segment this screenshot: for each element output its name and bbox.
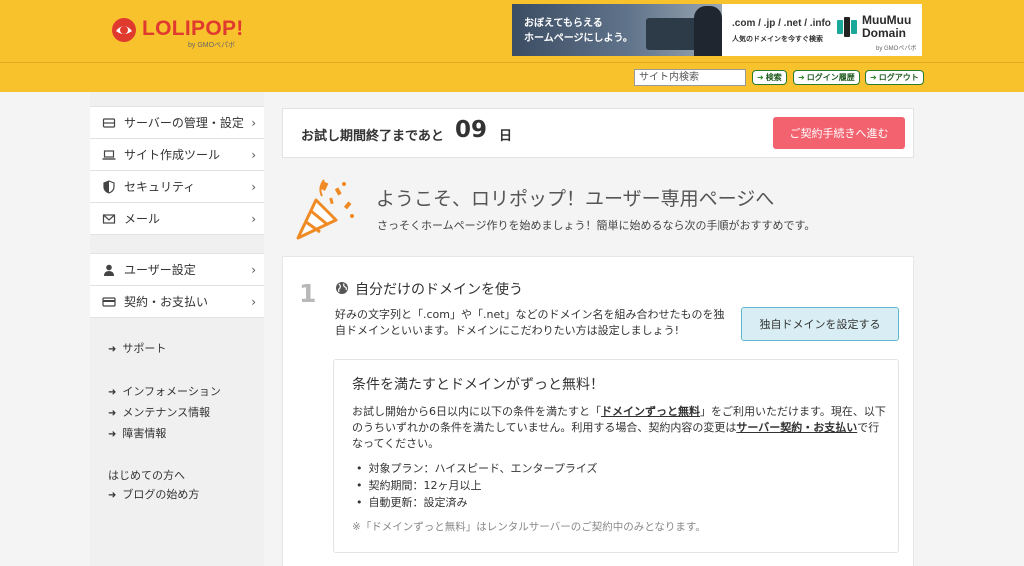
chevron-right-icon: › xyxy=(251,212,256,226)
muumuu-logo-icon xyxy=(837,17,857,37)
chevron-right-icon: › xyxy=(251,180,256,194)
sidebar-item-label: サイト作成ツール xyxy=(124,148,221,162)
server-icon xyxy=(102,117,116,128)
banner-copy-line1: おぼえてもらえる xyxy=(524,18,603,29)
sidebar-item-label: サーバーの管理・設定 xyxy=(124,116,244,130)
party-popper-icon xyxy=(296,179,354,240)
arrow-right-icon: ➜ xyxy=(108,490,117,501)
step-title: 自分だけのドメインを使う xyxy=(355,282,523,298)
arrow-right-icon: ➜ xyxy=(108,344,117,355)
sidebar-item-security[interactable]: セキュリティ › xyxy=(90,171,264,203)
beginner-heading: はじめての方へ xyxy=(108,469,185,482)
step-number: 1 xyxy=(299,279,317,308)
info-link-label: インフォメーション xyxy=(122,385,221,398)
sidebar-item-label: 契約・お支払い xyxy=(124,295,209,309)
sidebar-item-user-settings[interactable]: ユーザー設定 › xyxy=(90,254,264,286)
banner-copy: おぼえてもらえる ホームページにしよう。 xyxy=(524,16,633,46)
lolipop-logo[interactable]: LOLIPOP! by GMOペパボ xyxy=(108,12,258,49)
sidebar: サーバーの管理・設定 › サイト作成ツール › セキュリティ › メール › ユ… xyxy=(90,92,264,566)
muumuu-domain-banner[interactable]: おぼえてもらえる ホームページにしよう。 .com / .jp / .net /… xyxy=(512,4,922,56)
laptop-icon xyxy=(102,149,116,160)
welcome-subtitle: さっそくホームページ作りを始めましょう！簡単に始めるなら次の手順がおすすめです。 xyxy=(377,219,816,232)
maintenance-link[interactable]: ➜ メンテナンス情報 xyxy=(90,402,264,423)
banner-tlds: .com / .jp / .net / .info xyxy=(732,18,831,29)
search-button[interactable]: ➜ 検索 xyxy=(752,70,787,85)
free-domain-link[interactable]: ドメインずっと無料 xyxy=(601,405,700,418)
welcome-title: ようこそ、ロリポップ！ユーザー専用ページへ xyxy=(376,188,775,210)
sidebar-item-label: セキュリティ xyxy=(124,180,196,194)
condition-item: 自動更新：設定済み xyxy=(356,494,598,511)
banner-tagline: 人気のドメインを今すぐ検索 xyxy=(732,35,823,43)
support-links: ➜ サポート xyxy=(90,338,264,359)
login-history-link[interactable]: ➜ ログイン履歴 xyxy=(793,70,860,85)
arrow-right-icon: ➜ xyxy=(757,73,764,82)
proceed-to-contract-button[interactable]: ご契約手続きへ進む xyxy=(773,117,905,149)
sidebar-item-site-builder[interactable]: サイト作成ツール › xyxy=(90,139,264,171)
logout-label: ログアウト xyxy=(878,73,919,82)
maintenance-link-label: メンテナンス情報 xyxy=(122,406,211,419)
arrow-right-icon: ➜ xyxy=(108,387,117,398)
support-link[interactable]: ➜ サポート xyxy=(90,338,264,359)
support-link-label: サポート xyxy=(122,342,167,355)
sidebar-item-label: メール xyxy=(124,212,161,226)
brand-sub: by GMOペパボ xyxy=(876,46,917,52)
outage-link[interactable]: ➜ 障害情報 xyxy=(90,423,264,444)
sidebar-item-mail[interactable]: メール › xyxy=(90,203,264,235)
server-contract-link[interactable]: サーバー契約・お支払い xyxy=(736,421,857,434)
banner-copy-line2: ホームページにしよう。 xyxy=(524,33,633,44)
banner-photo: おぼえてもらえる ホームページにしよう。 xyxy=(512,4,722,56)
chevron-right-icon: › xyxy=(251,263,256,277)
logout-link[interactable]: ➜ ログアウト xyxy=(865,70,924,85)
logo-sub: by GMOペパボ xyxy=(188,42,236,49)
trial-countdown-panel: お試し期間終了まであと 09 日 ご契約手続きへ進む xyxy=(282,108,914,158)
chevron-right-icon: › xyxy=(251,295,256,309)
conditions-note: ※「ドメインずっと無料」はレンタルサーバーのご契約中のみとなります。 xyxy=(352,521,706,533)
logo-text: LOLIPOP! xyxy=(142,17,244,40)
step-description: 好みの文字列と「.com」や「.net」などのドメイン名を組み合わせたものを独自… xyxy=(335,308,725,337)
info-links: ➜ インフォメーション ➜ メンテナンス情報 ➜ 障害情報 xyxy=(90,381,264,444)
sidebar-item-server-settings[interactable]: サーバーの管理・設定 › xyxy=(90,107,264,139)
person-illustration xyxy=(694,6,722,56)
mail-icon xyxy=(102,213,116,224)
beginner-links: はじめての方へ ➜ ブログの始め方 xyxy=(90,466,264,504)
chevron-right-icon: › xyxy=(251,148,256,162)
search-button-label: 検索 xyxy=(765,73,782,82)
outage-link-label: 障害情報 xyxy=(122,427,167,440)
sidebar-main-nav: サーバーの管理・設定 › サイト作成ツール › セキュリティ › メール › xyxy=(90,106,264,235)
info-link[interactable]: ➜ インフォメーション xyxy=(90,381,264,402)
credit-card-icon xyxy=(102,296,116,307)
sidebar-item-billing[interactable]: 契約・お支払い › xyxy=(90,286,264,318)
step-1-panel: 1 自分だけのドメインを使う 好みの文字列と「.com」や「.net」などのドメ… xyxy=(282,256,914,566)
sidebar-account-nav: ユーザー設定 › 契約・お支払い › xyxy=(90,253,264,318)
login-history-label: ログイン履歴 xyxy=(806,73,855,82)
conditions-list: 対象プラン：ハイスピード、エンタープライズ 契約期間：12ヶ月以上 自動更新：設… xyxy=(356,460,598,511)
conditions-title: 条件を満たすとドメインがずっと無料！ xyxy=(352,377,604,393)
chevron-right-icon: › xyxy=(251,116,256,130)
free-domain-conditions-box: 条件を満たすとドメインがずっと無料！ お試し開始から6日以内に以下の条件を満たす… xyxy=(333,359,899,553)
set-custom-domain-button[interactable]: 独自ドメインを設定する xyxy=(741,307,899,341)
brand-line2: Domain xyxy=(862,26,907,40)
arrow-right-icon: ➜ xyxy=(798,73,805,82)
arrow-right-icon: ➜ xyxy=(870,73,877,82)
arrow-right-icon: ➜ xyxy=(108,429,117,440)
header-bar: LOLIPOP! by GMOペパボ おぼえてもらえる ホームページにしよう。 … xyxy=(0,0,1024,62)
blog-guide-link[interactable]: ➜ ブログの始め方 xyxy=(90,485,264,504)
shield-icon xyxy=(103,179,115,194)
trial-days-unit: 日 xyxy=(499,129,513,144)
conditions-body: お試し開始から6日以内に以下の条件を満たすと「ドメインずっと無料」をご利用いただ… xyxy=(352,404,888,452)
condition-item: 契約期間：12ヶ月以上 xyxy=(356,477,598,494)
arrow-right-icon: ➜ xyxy=(108,408,117,419)
user-icon xyxy=(104,264,114,276)
body-text: お試し開始から6日以内に以下の条件を満たすと「 xyxy=(352,405,601,418)
trial-label: お試し期間終了まであと xyxy=(301,129,444,144)
site-search-input[interactable] xyxy=(634,69,746,86)
muumuu-brand: MuuMuu Domain xyxy=(862,14,911,40)
sidebar-item-label: ユーザー設定 xyxy=(124,263,196,277)
lollipop-logo-icon xyxy=(112,18,136,42)
blog-guide-label: ブログの始め方 xyxy=(122,488,200,501)
condition-item: 対象プラン：ハイスピード、エンタープライズ xyxy=(356,460,598,477)
trial-days-remaining: 09 xyxy=(455,117,488,143)
globe-icon xyxy=(336,282,348,294)
